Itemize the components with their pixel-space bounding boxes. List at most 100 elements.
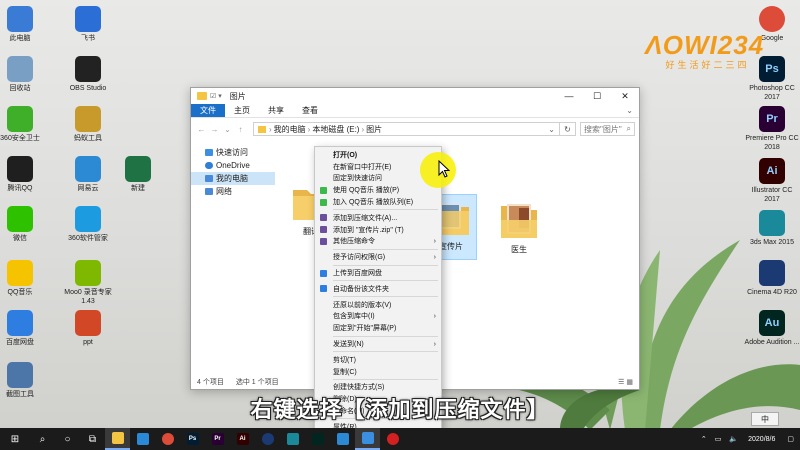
taskbar-button[interactable] [280,428,305,450]
context-menu-item[interactable]: 固定到"开始"屏幕(P) [315,322,441,334]
submenu-arrow-icon: › [433,312,436,320]
desktop-shortcut[interactable]: 飞书 [60,6,116,43]
tab-view[interactable]: 查看 [293,104,327,117]
taskbar-button[interactable]: Ai [230,428,255,450]
desktop-shortcut[interactable]: Au Adobe Audition ... [744,310,800,347]
desktop-shortcut[interactable]: 此电脑 [0,6,48,43]
tab-file[interactable]: 文件 [191,104,225,117]
back-arrow-icon[interactable]: ← [195,125,208,134]
ribbon-expand-icon[interactable]: ⌄ [626,104,639,117]
menu-item-icon [320,285,327,293]
close-button[interactable]: ✕ [611,88,639,104]
tab-share[interactable]: 共享 [259,104,293,117]
wechat-icon [7,206,33,232]
chevron-down-icon[interactable]: ⌄ [548,125,555,134]
context-menu-item[interactable]: 其他压缩命令 › [315,236,441,248]
taskbar-button[interactable]: Pr [205,428,230,450]
desktop-shortcut[interactable]: 3ds Max 2015 [744,210,800,247]
desktop-shortcut[interactable]: Cinema 4D R20 [744,260,800,297]
nav-item-this-pc[interactable]: 我的电脑 [191,172,275,185]
desktop-shortcut[interactable]: 百度网盘 [0,310,48,347]
volume-icon[interactable]: 🔈 [729,435,738,443]
taskbar-button[interactable]: ○ [55,428,80,450]
context-menu-item[interactable]: 上传到百度网盘 [315,267,441,279]
breadcrumb-drive[interactable]: 本地磁盘 (E:) [312,124,359,135]
context-menu-item[interactable]: 添加到 "宣传片.zip" (T) [315,224,441,236]
context-menu-item[interactable]: 加入 QQ音乐 播放队列(E) [315,196,441,208]
tab-home[interactable]: 主页 [225,104,259,117]
desktop-shortcut[interactable]: 微信 [0,206,48,243]
shortcut-label: QQ音乐 [7,289,33,296]
moo0-icon [75,260,101,286]
360-software-icon [75,206,101,232]
taskbar-button[interactable] [355,428,380,450]
menu-item-label: 还原以前的版本(V) [333,301,392,309]
taskbar-button[interactable]: Ps [180,428,205,450]
nav-item-quick-access[interactable]: 快速访问 [191,146,275,159]
forward-arrow-icon[interactable]: → [208,125,221,134]
chevron-up-icon[interactable]: ⌃ [701,435,707,443]
desktop-shortcut[interactable]: 新建 [110,156,166,193]
nav-item-network[interactable]: 网络 [191,185,275,198]
desktop-shortcut[interactable]: 蚂蚁工具 [60,106,116,143]
recent-locations-icon[interactable]: ⌄ [221,125,234,134]
desktop-shortcut[interactable]: 回收站 [0,56,48,93]
context-menu-item[interactable]: 发送到(N) › [315,338,441,350]
context-menu-item[interactable]: 复制(C) [315,366,441,378]
taskbar-button[interactable]: ⊞ [0,428,30,450]
quick-access-toolbar-icon[interactable]: ☑ ▾ [210,92,222,100]
folder-item[interactable]: 医生 [493,198,545,255]
context-menu-item[interactable]: 还原以前的版本(V) [315,299,441,311]
desktop-shortcut[interactable]: Pr Premiere Pro CC 2018 [744,106,800,152]
ime-indicator[interactable]: 中 [751,412,779,426]
desktop-shortcut[interactable]: QQ音乐 [0,260,48,297]
desktop-shortcut[interactable]: ppt [60,310,116,347]
context-menu-item[interactable]: 使用 QQ音乐 播放(P) [315,184,441,196]
notification-icon[interactable]: ▢ [787,435,794,443]
desktop-shortcut[interactable]: Moo0 录音专家 1.43 [60,260,116,306]
taskbar-button[interactable] [130,428,155,450]
task-view-icon: ⧉ [88,433,97,445]
premiere-icon: Pr [759,106,785,132]
desktop-shortcut[interactable]: 360安全卫士 [0,106,48,143]
desktop-shortcut[interactable]: 腾讯QQ [0,156,48,193]
minimize-button[interactable]: — [555,88,583,104]
desktop-shortcut[interactable]: 360软件管家 [60,206,116,243]
maximize-button[interactable]: ☐ [583,88,611,104]
menu-item-icon [320,226,327,234]
taskbar-button[interactable] [380,428,405,450]
refresh-icon[interactable]: ↻ [560,122,576,136]
file-explorer-icon [111,432,124,444]
menu-item-label: 添加到压缩文件(A)... [333,214,398,222]
desktop-shortcut[interactable]: Ai Illustrator CC 2017 [744,158,800,204]
breadcrumb-folder[interactable]: 图片 [366,124,382,135]
menu-item-label: 其他压缩命令 [333,238,375,246]
taskbar-button[interactable] [330,428,355,450]
logo-text: ΛΟWI234 [645,30,765,60]
context-menu-item[interactable]: 添加到压缩文件(A)... [315,212,441,224]
context-menu-item[interactable]: 包含到库中(I) › [315,311,441,323]
breadcrumb-computer[interactable]: 我的电脑 [274,124,306,135]
taskbar-button[interactable] [255,428,280,450]
address-bar[interactable]: › 我的电脑 › 本地磁盘 (E:) › 图片 ⌄ [253,122,560,136]
clock[interactable]: 2020/8/6 [748,435,775,444]
desktop-shortcut[interactable]: 网易云 [60,156,116,193]
taskbar-button[interactable]: ⧉ [80,428,105,450]
up-arrow-icon[interactable]: ↑ [234,125,247,134]
network-icon[interactable]: ▭ [715,435,722,443]
nav-item-onedrive[interactable]: OneDrive [191,159,275,172]
context-menu-item[interactable]: 剪切(T) [315,354,441,366]
context-menu-item[interactable]: 自动备份该文件夹 [315,283,441,295]
menu-item-icon [320,269,327,277]
chrome-icon [161,433,174,445]
menu-item-label: 在新窗口中打开(E) [333,163,392,171]
shortcut-label: 3ds Max 2015 [750,239,794,246]
search-input[interactable]: 搜索"图片" ⌕ [580,122,635,136]
context-menu-item[interactable]: 授予访问权限(G) › [315,251,441,263]
view-toggle-icon[interactable]: ☰ ▦ [618,378,633,386]
taskbar-button[interactable]: ⌕ [30,428,55,450]
desktop-shortcut[interactable]: OBS Studio [60,56,116,93]
taskbar-button[interactable] [305,428,330,450]
taskbar-button[interactable] [155,428,180,450]
taskbar-button[interactable] [105,428,130,450]
